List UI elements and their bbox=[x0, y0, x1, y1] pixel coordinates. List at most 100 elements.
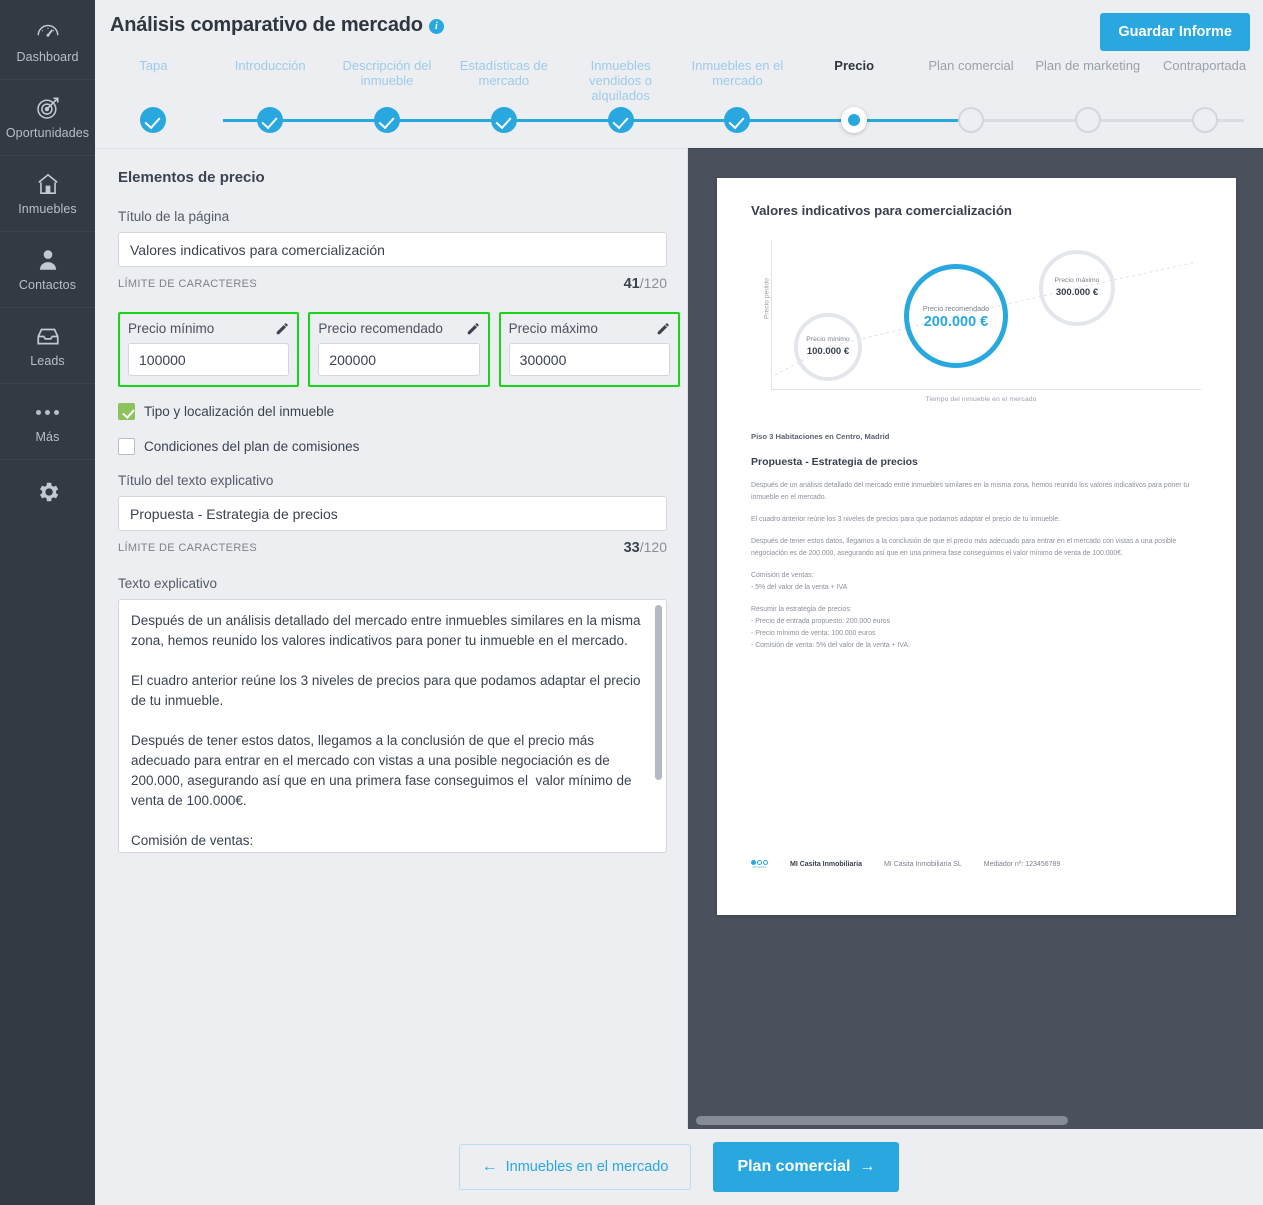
save-report-button[interactable]: Guardar Informe bbox=[1100, 13, 1250, 51]
person-icon bbox=[35, 247, 61, 273]
checkbox-input[interactable] bbox=[118, 438, 135, 455]
preview-paragraph: Después de tener estos datos, llegamos a… bbox=[751, 538, 1177, 557]
sidebar-label: Leads bbox=[30, 354, 65, 368]
checkbox-condiciones-comisiones[interactable]: Condiciones del plan de comisiones bbox=[118, 438, 669, 455]
gauge-icon bbox=[35, 19, 61, 45]
sidebar-item-oportunidades[interactable]: Oportunidades bbox=[0, 80, 95, 156]
chart-point-label: Precio mínimo bbox=[806, 336, 850, 343]
step-introduccion[interactable]: Introducción bbox=[212, 58, 329, 133]
preview-section-heading: Propuesta - Estrategia de precios bbox=[751, 456, 918, 468]
expl-text-value: Después de un análisis detallado del mer… bbox=[131, 613, 641, 848]
counter-max: /120 bbox=[639, 539, 667, 555]
sidebar-label: Contactos bbox=[18, 278, 77, 292]
price-max-box[interactable]: Precio máximo 300000 bbox=[498, 312, 680, 387]
step-node bbox=[841, 107, 868, 133]
step-inmuebles-vendidos-o-alquilados[interactable]: Inmuebles vendidos o alquilados bbox=[562, 58, 679, 133]
textarea-scrollbar[interactable] bbox=[655, 605, 662, 780]
checkbox-tipo-localizacion[interactable]: Tipo y localización del inmueble bbox=[118, 403, 669, 420]
preview-commission-line: - 5% del valor de la venta + IVA bbox=[751, 584, 848, 591]
preview-commission-heading: Comisión de ventas: bbox=[751, 572, 814, 579]
sidebar-item-settings[interactable] bbox=[0, 460, 95, 524]
page-title-input[interactable]: Valores indicativos para comercializació… bbox=[118, 232, 667, 267]
step-label: Estadísticas de mercado bbox=[459, 58, 548, 88]
step-node bbox=[724, 107, 751, 133]
arrow-right-icon: → bbox=[859, 1158, 876, 1175]
preview-document: Valores indicativos para comercializació… bbox=[717, 178, 1236, 915]
checkbox-label: Tipo y localización del inmueble bbox=[144, 404, 335, 419]
price-min-box[interactable]: Precio mínimo 100000 bbox=[118, 312, 300, 387]
ellipsis-icon bbox=[36, 399, 59, 425]
step-contraportada[interactable]: Contraportada bbox=[1146, 58, 1263, 133]
next-button[interactable]: Plan comercial → bbox=[713, 1142, 900, 1192]
step-plan-comercial[interactable]: Plan comercial bbox=[913, 58, 1030, 133]
step-label: Precio bbox=[834, 58, 875, 73]
pencil-icon[interactable] bbox=[656, 322, 670, 336]
price-max-label: Precio máximo bbox=[508, 321, 598, 336]
step-inmuebles-en-el-mercado[interactable]: Inmuebles en el mercado bbox=[679, 58, 796, 133]
chart-point-precio-recomendado: Precio recomendado 200.000 € bbox=[904, 264, 1008, 368]
step-tapa[interactable]: Tapa bbox=[95, 58, 212, 133]
sidebar-label: Más bbox=[35, 430, 60, 444]
price-recommended-box[interactable]: Precio recomendado 200000 bbox=[308, 312, 490, 387]
sidebar: Dashboard Oportunidades Inmuebles Contac… bbox=[0, 0, 95, 1205]
preview-pane: Valores indicativos para comercializació… bbox=[688, 148, 1263, 1129]
step-estadisticas-de-mercado[interactable]: Estadísticas de mercado bbox=[445, 58, 562, 133]
preview-doc-title: Valores indicativos para comercializació… bbox=[751, 203, 1012, 218]
step-precio[interactable]: Precio bbox=[796, 58, 913, 133]
counter-current: 41 bbox=[623, 276, 640, 292]
preview-property-line: Piso 3 Habitaciones en Centro, Madrid bbox=[751, 432, 890, 441]
expl-title-field-label: Título del texto explicativo bbox=[118, 473, 274, 488]
counter-current: 33 bbox=[623, 540, 640, 556]
price-max-input[interactable]: 300000 bbox=[508, 343, 670, 376]
inbox-icon bbox=[35, 323, 61, 349]
counter-label: LÍMITE DE CARACTERES bbox=[118, 277, 258, 290]
step-label: Introducción bbox=[234, 58, 306, 73]
price-min-label: Precio mínimo bbox=[128, 321, 215, 336]
step-label: Tapa bbox=[139, 58, 168, 73]
topbar: Análisis comparativo de mercado i Guardar… bbox=[95, 0, 1263, 148]
checkbox-input[interactable] bbox=[118, 403, 135, 420]
sidebar-item-dashboard[interactable]: Dashboard bbox=[0, 4, 95, 80]
pencil-icon[interactable] bbox=[275, 322, 289, 336]
stepper-steps: Tapa Introducción Descripción del inmueb… bbox=[95, 58, 1263, 133]
app-root: Dashboard Oportunidades Inmuebles Contac… bbox=[0, 0, 1263, 1205]
logo-text: MI CASITA bbox=[752, 866, 767, 869]
price-min-input[interactable]: 100000 bbox=[128, 343, 290, 376]
expl-text-textarea[interactable]: Después de un análisis detallado del mer… bbox=[118, 599, 667, 853]
target-icon bbox=[35, 95, 61, 121]
gear-icon bbox=[35, 479, 61, 505]
counter-max: /120 bbox=[639, 275, 667, 291]
price-max-header: Precio máximo bbox=[509, 321, 670, 336]
sidebar-label: Oportunidades bbox=[5, 126, 90, 140]
stepper: Tapa Introducción Descripción del inmueb… bbox=[95, 58, 1263, 138]
step-plan-de-marketing[interactable]: Plan de marketing bbox=[1029, 58, 1146, 133]
chart-point-label: Precio máximo bbox=[1054, 277, 1100, 284]
sidebar-item-mas[interactable]: Más bbox=[0, 384, 95, 460]
back-button[interactable]: ← Inmuebles en el mercado bbox=[458, 1144, 692, 1190]
price-recommended-label: Precio recomendado bbox=[318, 321, 443, 336]
sidebar-item-inmuebles[interactable]: Inmuebles bbox=[0, 156, 95, 232]
mi-casita-logo-icon: MI CASITA bbox=[751, 856, 768, 873]
preview-summary-line: - Precio mínimo de venta: 100.000 euros bbox=[751, 630, 876, 637]
preview-hscrollbar-thumb[interactable] bbox=[696, 1116, 1068, 1125]
preview-footer: MI CASITA MI Casita Inmobiliaria MI Casi… bbox=[751, 856, 1060, 873]
logo-eyes bbox=[751, 860, 768, 865]
preview-paragraph: El cuadro anterior reúne los 3 niveles d… bbox=[751, 516, 1061, 523]
content-split: Elementos de precio Título de la página … bbox=[95, 148, 1263, 1129]
step-node bbox=[257, 107, 284, 133]
price-min-header: Precio mínimo bbox=[128, 321, 289, 336]
price-recommended-header: Precio recomendado bbox=[318, 321, 479, 336]
price-recommended-input[interactable]: 200000 bbox=[318, 343, 480, 376]
checkbox-label: Condiciones del plan de comisiones bbox=[144, 439, 360, 454]
preview-paragraph: Después de un análisis detallado del mer… bbox=[751, 482, 1190, 501]
sidebar-item-contactos[interactable]: Contactos bbox=[0, 232, 95, 308]
step-label: Inmuebles en el mercado bbox=[691, 58, 784, 88]
expl-title-input[interactable]: Propuesta - Estrategia de precios bbox=[118, 496, 667, 531]
step-descripcion-del-inmueble[interactable]: Descripción del inmueble bbox=[329, 58, 446, 133]
counter-value: 41/120 bbox=[624, 275, 667, 292]
pencil-icon[interactable] bbox=[466, 322, 480, 336]
sidebar-item-leads[interactable]: Leads bbox=[0, 308, 95, 384]
chart-point-value: 200.000 € bbox=[923, 313, 989, 330]
expl-title-counter: LÍMITE DE CARACTERES 33/120 bbox=[118, 539, 667, 556]
info-icon[interactable]: i bbox=[428, 19, 444, 34]
